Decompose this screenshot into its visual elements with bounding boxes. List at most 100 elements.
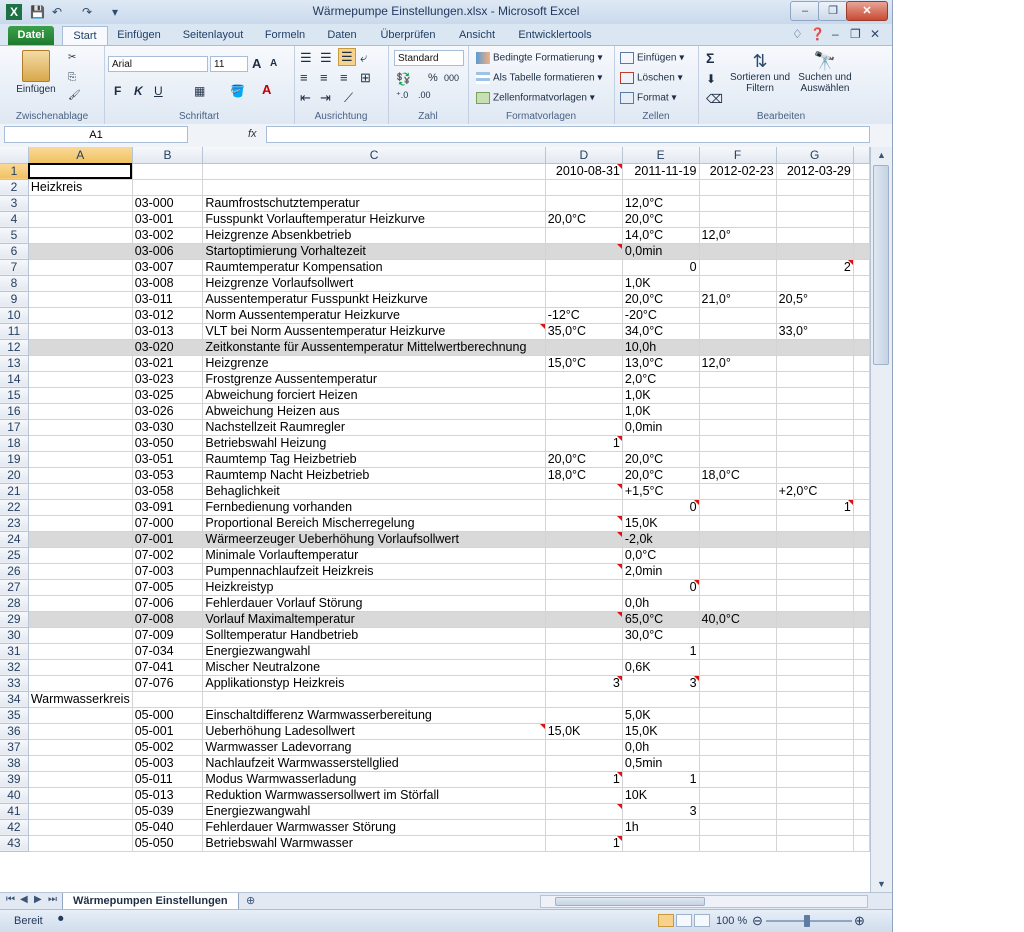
cell-styles-button[interactable]: Zellenformatvorlagen ▾	[476, 92, 595, 104]
cell-a38[interactable]	[28, 755, 133, 772]
cell-d26[interactable]	[545, 563, 623, 580]
cell-b43[interactable]: 05-050	[132, 835, 204, 852]
cell-d25[interactable]	[545, 547, 623, 564]
cell-e40[interactable]: 10K	[622, 787, 700, 804]
last-sheet-icon[interactable]: ⏭	[48, 894, 57, 905]
cell-d3[interactable]	[545, 195, 623, 212]
cell-a36[interactable]	[28, 723, 133, 740]
minimize-button[interactable]: –	[790, 1, 820, 21]
row-header[interactable]: 32	[0, 659, 29, 676]
cell-d36[interactable]: 15,0K	[545, 723, 623, 740]
column-header-c[interactable]: C	[202, 147, 546, 164]
cell-g18[interactable]	[776, 435, 854, 452]
cell-b34[interactable]	[132, 691, 204, 708]
cell-e26[interactable]: 2,0min	[622, 563, 700, 580]
cell-f9[interactable]: 21,0°	[699, 291, 777, 308]
row-header[interactable]: 16	[0, 403, 29, 420]
scroll-up-icon[interactable]: ▲	[871, 147, 892, 163]
cell-e43[interactable]	[622, 835, 700, 852]
cell-a15[interactable]	[28, 387, 133, 404]
row-header[interactable]: 14	[0, 371, 29, 388]
cell-g35[interactable]	[776, 707, 854, 724]
format-cells-button[interactable]: Format ▾	[620, 92, 676, 104]
align-center-icon[interactable]: ≡	[320, 70, 328, 85]
cell-a3[interactable]	[28, 195, 133, 212]
format-painter-icon[interactable]: 🖌	[68, 90, 81, 101]
cell-d2[interactable]	[545, 179, 623, 196]
cell-d27[interactable]	[545, 579, 623, 596]
cell-b6[interactable]: 03-006	[132, 243, 204, 260]
copy-icon[interactable]: ⎘	[68, 72, 76, 83]
cell-d6[interactable]	[545, 243, 623, 260]
row-header[interactable]: 26	[0, 563, 29, 580]
cell-c30[interactable]: Solltemperatur Handbetrieb	[202, 627, 546, 644]
cell-e16[interactable]: 1,0K	[622, 403, 700, 420]
cell-d14[interactable]	[545, 371, 623, 388]
cell-a18[interactable]	[28, 435, 133, 452]
cell-g30[interactable]	[776, 627, 854, 644]
cell-g13[interactable]	[776, 355, 854, 372]
cell-g31[interactable]	[776, 643, 854, 660]
align-left-icon[interactable]: ≡	[300, 70, 308, 85]
cell-b25[interactable]: 07-002	[132, 547, 204, 564]
thousands-button[interactable]: 000	[444, 73, 459, 83]
row-header[interactable]: 7	[0, 259, 29, 276]
cell-a6[interactable]	[28, 243, 133, 260]
cell-b31[interactable]: 07-034	[132, 643, 204, 660]
border-icon[interactable]: ▦	[194, 84, 205, 98]
row-header[interactable]: 25	[0, 547, 29, 564]
cell-g39[interactable]	[776, 771, 854, 788]
cell-b10[interactable]: 03-012	[132, 307, 204, 324]
font-name-select[interactable]: Arial	[108, 56, 208, 72]
cell-b40[interactable]: 05-013	[132, 787, 204, 804]
cell-c22[interactable]: Fernbedienung vorhanden	[202, 499, 546, 516]
cell-h42[interactable]	[853, 819, 870, 836]
cell-a25[interactable]	[28, 547, 133, 564]
cell-f8[interactable]	[699, 275, 777, 292]
cell-e23[interactable]: 15,0K	[622, 515, 700, 532]
italic-button[interactable]: K	[134, 84, 143, 98]
cell-a39[interactable]	[28, 771, 133, 788]
cell-f25[interactable]	[699, 547, 777, 564]
delete-cells-button[interactable]: Löschen ▾	[620, 72, 683, 84]
cell-h39[interactable]	[853, 771, 870, 788]
column-header-e[interactable]: E	[622, 147, 700, 164]
cell-d15[interactable]	[545, 387, 623, 404]
cell-b24[interactable]: 07-001	[132, 531, 204, 548]
row-header[interactable]: 34	[0, 691, 29, 708]
row-header[interactable]: 30	[0, 627, 29, 644]
cell-c8[interactable]: Heizgrenze Vorlaufsollwert	[202, 275, 546, 292]
cell-e42[interactable]: 1h	[622, 819, 700, 836]
cell-d42[interactable]	[545, 819, 623, 836]
cell-d13[interactable]: 15,0°C	[545, 355, 623, 372]
cell-e27[interactable]: 0	[622, 579, 700, 596]
row-header[interactable]: 21	[0, 483, 29, 500]
cell-f17[interactable]	[699, 419, 777, 436]
cell-h2[interactable]	[853, 179, 870, 196]
cell-d5[interactable]	[545, 227, 623, 244]
cell-e11[interactable]: 34,0°C	[622, 323, 700, 340]
cut-icon[interactable]: ✂	[68, 52, 76, 63]
paste-button[interactable]: Einfügen	[12, 50, 60, 95]
grow-font-button[interactable]: A	[252, 56, 261, 71]
cell-h22[interactable]	[853, 499, 870, 516]
cell-b42[interactable]: 05-040	[132, 819, 204, 836]
cell-d29[interactable]	[545, 611, 623, 628]
cell-b26[interactable]: 07-003	[132, 563, 204, 580]
cell-c4[interactable]: Fusspunkt Vorlauftemperatur Heizkurve	[202, 211, 546, 228]
cell-c6[interactable]: Startoptimierung Vorhaltezeit	[202, 243, 546, 260]
cell-g2[interactable]	[776, 179, 854, 196]
cell-h28[interactable]	[853, 595, 870, 612]
cell-c14[interactable]: Frostgrenze Aussentemperatur	[202, 371, 546, 388]
row-header[interactable]: 15	[0, 387, 29, 404]
cell-h31[interactable]	[853, 643, 870, 660]
cell-d37[interactable]	[545, 739, 623, 756]
cell-c17[interactable]: Nachstellzeit Raumregler	[202, 419, 546, 436]
cell-d11[interactable]: 35,0°C	[545, 323, 623, 340]
next-sheet-icon[interactable]: ▶	[34, 894, 42, 905]
cell-g32[interactable]	[776, 659, 854, 676]
cell-a29[interactable]	[28, 611, 133, 628]
row-header[interactable]: 31	[0, 643, 29, 660]
doc-restore-icon[interactable]: ❐	[850, 27, 861, 41]
cell-c25[interactable]: Minimale Vorlauftemperatur	[202, 547, 546, 564]
